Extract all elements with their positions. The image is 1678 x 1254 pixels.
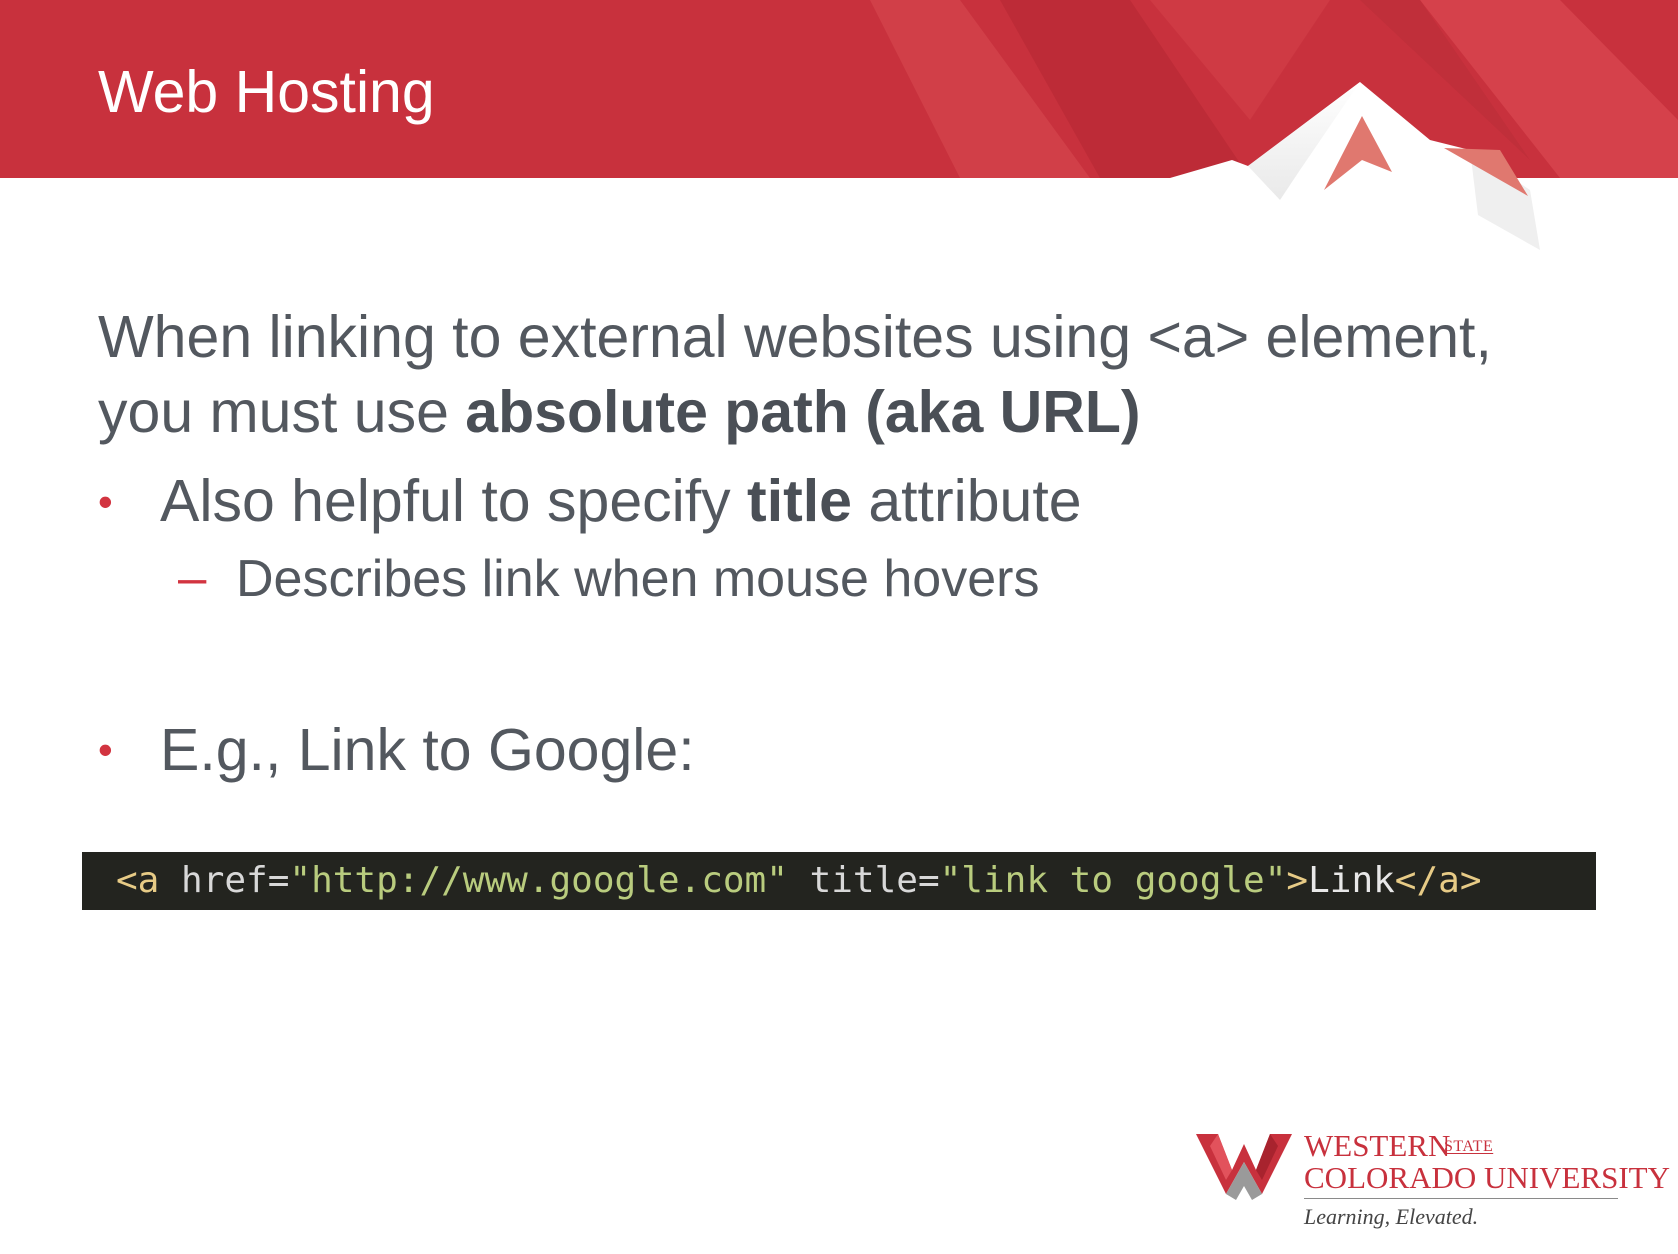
sub-bullet-marker: – [178,549,207,606]
bullet-marker: • [98,726,113,773]
slide-title: Web Hosting [98,59,435,125]
code-href-attr: href= [159,860,290,901]
bullet-1-suffix: attribute [851,468,1082,534]
intro-line-2: you must use absolute path (aka URL) [98,378,1141,446]
intro-emphasis: absolute path (aka URL) [465,379,1141,445]
bullet-1-prefix: Also helpful to specify [160,468,748,534]
university-logo: WESTERN STATE COLORADO UNIVERSITY Learni… [1196,1128,1670,1240]
sub-bullet-hover: Describes link when mouse hovers [236,550,1040,608]
bullet-title-attribute: Also helpful to specify title attribute [160,467,1082,535]
bullet-example: E.g., Link to Google: [160,717,695,783]
intro-line-2-text: you must use [98,379,466,445]
w-mountain-icon [1196,1134,1292,1200]
code-line: <a href="http://www.google.com" title="l… [116,859,1482,903]
logo-state: STATE [1444,1138,1494,1155]
code-end-tag: </a> [1394,860,1482,901]
bullet-1-emphasis: title [747,468,852,534]
logo-western: WESTERN [1304,1128,1451,1163]
code-link-text: Link [1308,860,1395,901]
bullet-marker: • [98,478,113,525]
logo-tagline: Learning, Elevated. [1304,1204,1479,1229]
code-title-value: "link to google" [939,860,1287,901]
code-snippet: <a href="http://www.google.com" title="l… [82,852,1596,910]
code-title-attr: title= [787,860,940,901]
code-close-bracket: > [1286,860,1309,901]
logo-divider [1304,1198,1618,1199]
intro-line-1: When linking to external websites using … [98,304,1492,370]
logo-colorado-university: COLORADO UNIVERSITY [1304,1160,1670,1195]
code-href-value: "http://www.google.com" [289,860,788,901]
code-open-tag: <a [116,860,160,901]
